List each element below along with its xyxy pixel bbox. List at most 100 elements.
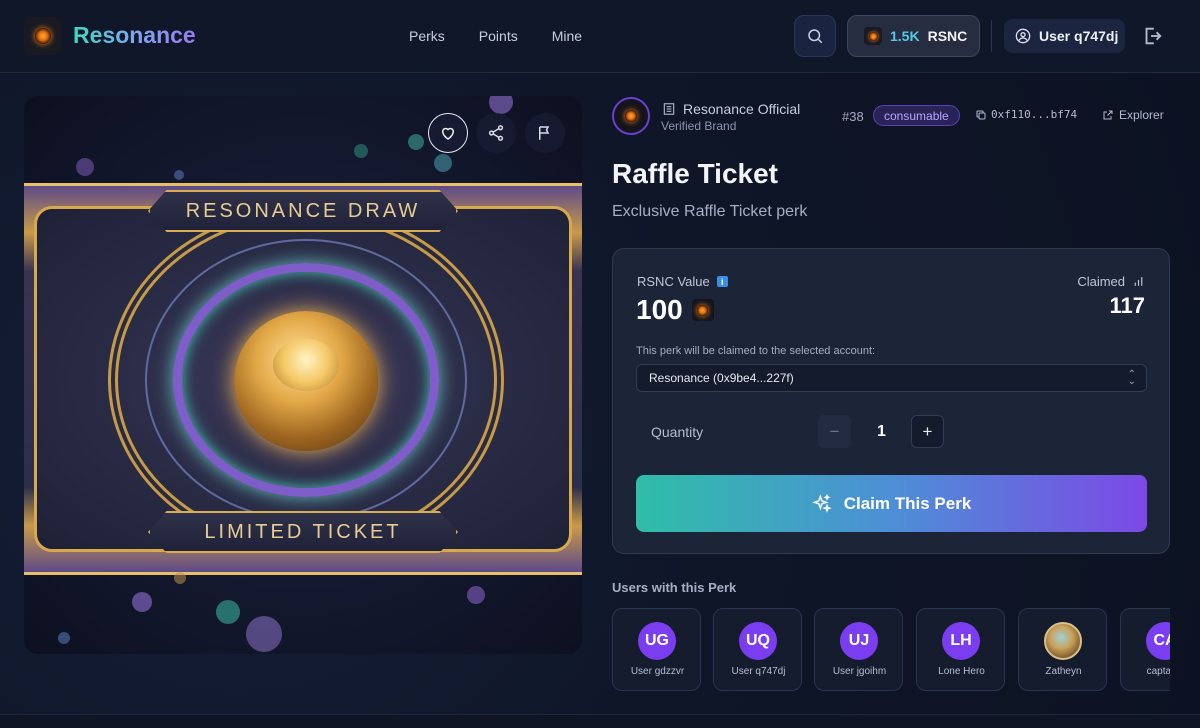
perk-image: RESONANCE DRAW LIMITED TICKET bbox=[24, 96, 582, 654]
top-nav-bar: Resonance Perks Points Mine 1.5K RSNC Us… bbox=[0, 0, 1200, 73]
avatar: CA bbox=[1146, 622, 1170, 660]
bokeh-dot bbox=[174, 572, 186, 584]
avatar: UQ bbox=[739, 622, 777, 660]
report-button[interactable] bbox=[525, 113, 565, 153]
holder-name: User gdzzvr bbox=[630, 666, 685, 677]
value-row: 100 bbox=[636, 294, 714, 326]
user-label: User q747dj bbox=[1039, 28, 1119, 44]
bokeh-dot bbox=[76, 158, 94, 176]
value-amount: 100 bbox=[636, 294, 683, 325]
bokeh-dot bbox=[174, 170, 184, 180]
search-button[interactable] bbox=[794, 15, 836, 57]
banner-top: RESONANCE DRAW bbox=[148, 190, 458, 232]
building-icon bbox=[663, 103, 675, 115]
main-nav: Perks Points Mine bbox=[409, 28, 582, 44]
holder-name: Zatheyn bbox=[1045, 666, 1082, 677]
type-badge: consumable bbox=[873, 105, 960, 126]
avatar: LH bbox=[942, 622, 980, 660]
account-select[interactable]: Resonance (0x9be4...227f) ⌃ ⌄ bbox=[636, 364, 1147, 392]
quantity-label: Quantity bbox=[651, 424, 704, 440]
account-hint: This perk will be claimed to the selecte… bbox=[636, 345, 876, 357]
logout-icon[interactable] bbox=[1141, 25, 1163, 47]
bokeh-dot bbox=[489, 96, 513, 114]
ticket-panel bbox=[34, 206, 572, 553]
holder-card[interactable]: UG User gdzzvr bbox=[612, 608, 701, 691]
holder-card[interactable]: LH Lone Hero bbox=[916, 608, 1005, 691]
quantity-value: 1 bbox=[877, 423, 886, 440]
claim-card: RSNC Value i 100 Claimed 117 This perk w… bbox=[612, 248, 1170, 554]
verified-label: Verified Brand bbox=[661, 119, 737, 133]
brand-avatar[interactable] bbox=[612, 97, 650, 135]
holder-name: User jgoihm bbox=[832, 666, 887, 677]
balance-amount: 1.5K bbox=[890, 28, 920, 44]
search-icon bbox=[808, 29, 823, 44]
explorer-link[interactable]: Explorer bbox=[1102, 108, 1164, 122]
resonance-logo-icon[interactable] bbox=[24, 17, 62, 55]
contract-text: 0xf110...bf74 bbox=[991, 108, 1078, 121]
holder-name: captaina bbox=[1146, 666, 1170, 677]
bokeh-dot bbox=[132, 592, 152, 612]
brand-link[interactable]: Resonance Official bbox=[662, 101, 800, 117]
nav-points[interactable]: Points bbox=[479, 28, 518, 44]
contract-address[interactable]: 0xf110...bf74 bbox=[975, 108, 1077, 121]
holder-name: Lone Hero bbox=[938, 666, 985, 677]
nav-perks[interactable]: Perks bbox=[409, 28, 445, 44]
bokeh-dot bbox=[354, 144, 368, 158]
rsnc-token-icon bbox=[864, 27, 882, 45]
bar-chart-icon bbox=[1134, 277, 1143, 286]
holder-name: User q747dj bbox=[731, 666, 786, 677]
decrease-quantity-button[interactable]: − bbox=[818, 415, 851, 448]
avatar: UG bbox=[638, 622, 676, 660]
user-menu-button[interactable]: User q747dj bbox=[1004, 19, 1125, 53]
select-chevron-icon: ⌃ ⌄ bbox=[1127, 369, 1136, 387]
external-link-icon bbox=[1103, 110, 1113, 120]
holder-card[interactable]: CA captaina bbox=[1120, 608, 1170, 691]
claim-button-label: Claim This Perk bbox=[843, 493, 972, 513]
bokeh-dot bbox=[434, 154, 452, 172]
rsnc-token-icon bbox=[691, 299, 714, 321]
favorite-button[interactable] bbox=[428, 113, 468, 153]
balance-token: RSNC bbox=[927, 28, 968, 44]
balance-pill[interactable]: 1.5K RSNC bbox=[847, 15, 980, 57]
value-label: RSNC Value bbox=[637, 274, 710, 289]
avatar: UJ bbox=[840, 622, 878, 660]
holder-card[interactable]: Zatheyn bbox=[1018, 608, 1107, 691]
claim-perk-button[interactable]: Claim This Perk bbox=[636, 475, 1147, 532]
banner-bottom: LIMITED TICKET bbox=[148, 511, 458, 553]
gold-cup bbox=[273, 339, 339, 391]
value-label-row: RSNC Value i bbox=[637, 274, 728, 289]
holders-title: Users with this Perk bbox=[612, 580, 737, 595]
explorer-label: Explorer bbox=[1119, 108, 1164, 122]
sparkles-icon bbox=[811, 493, 832, 513]
user-circle-icon bbox=[1015, 28, 1031, 44]
flag-icon bbox=[539, 126, 550, 140]
share-button[interactable] bbox=[476, 113, 516, 153]
header-divider bbox=[991, 20, 992, 52]
heart-icon bbox=[441, 127, 455, 140]
account-selected: Resonance (0x9be4...227f) bbox=[649, 371, 794, 385]
brand-name[interactable]: Resonance bbox=[73, 22, 196, 49]
holders-list: UG User gdzzvr UQ User q747dj UJ User jg… bbox=[612, 608, 1170, 691]
page-footer-edge bbox=[0, 714, 1200, 728]
perk-subtitle: Exclusive Raffle Ticket perk bbox=[612, 203, 808, 220]
nav-mine[interactable]: Mine bbox=[552, 28, 582, 44]
bokeh-dot bbox=[408, 134, 424, 150]
claimed-count: 117 bbox=[1109, 293, 1146, 318]
ticket-artwork: RESONANCE DRAW LIMITED TICKET bbox=[24, 183, 582, 575]
claimed-label: Claimed bbox=[1077, 274, 1125, 289]
claimed-label-row: Claimed bbox=[1077, 274, 1145, 289]
token-id: #38 bbox=[842, 109, 864, 124]
increase-quantity-button[interactable]: + bbox=[911, 415, 944, 448]
bokeh-dot bbox=[467, 586, 485, 604]
bokeh-dot bbox=[216, 600, 240, 624]
holder-card[interactable]: UJ User jgoihm bbox=[814, 608, 903, 691]
share-icon bbox=[488, 125, 504, 141]
info-icon[interactable]: i bbox=[716, 276, 728, 287]
perk-title: Raffle Ticket bbox=[612, 158, 778, 189]
copy-icon bbox=[976, 110, 986, 119]
avatar-image bbox=[1044, 622, 1082, 660]
bokeh-dot bbox=[246, 616, 282, 652]
holder-card[interactable]: UQ User q747dj bbox=[713, 608, 802, 691]
brand-name-label: Resonance Official bbox=[683, 101, 801, 117]
bokeh-dot bbox=[58, 632, 70, 644]
